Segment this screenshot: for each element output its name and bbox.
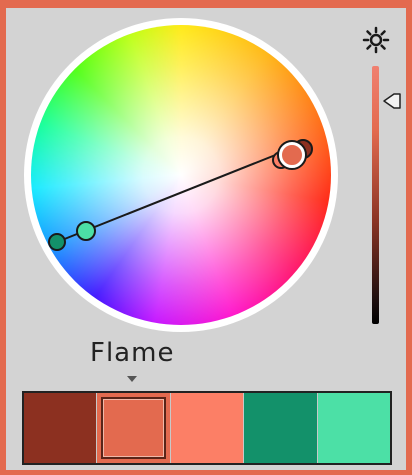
harmony-handle-5[interactable] [48,233,66,251]
harmony-handle-4[interactable] [76,221,96,241]
swatch-strip [22,391,392,465]
color-wheel[interactable] [24,18,338,332]
harmony-overlay [48,139,313,251]
brightness-slider-thumb[interactable] [382,92,404,110]
swatch-1[interactable] [24,393,98,463]
sun-icon [362,26,390,54]
swatch-4[interactable] [244,393,318,463]
palette-name: Flame [90,338,175,368]
brightness-slider[interactable] [372,66,379,324]
harmony-handle-selected[interactable] [278,141,306,169]
swatch-2-selected[interactable] [97,393,171,463]
selected-swatch-marker-icon [127,376,137,382]
color-picker-panel: Flame [6,8,406,470]
swatch-3[interactable] [170,393,245,463]
swatch-5[interactable] [317,393,391,463]
